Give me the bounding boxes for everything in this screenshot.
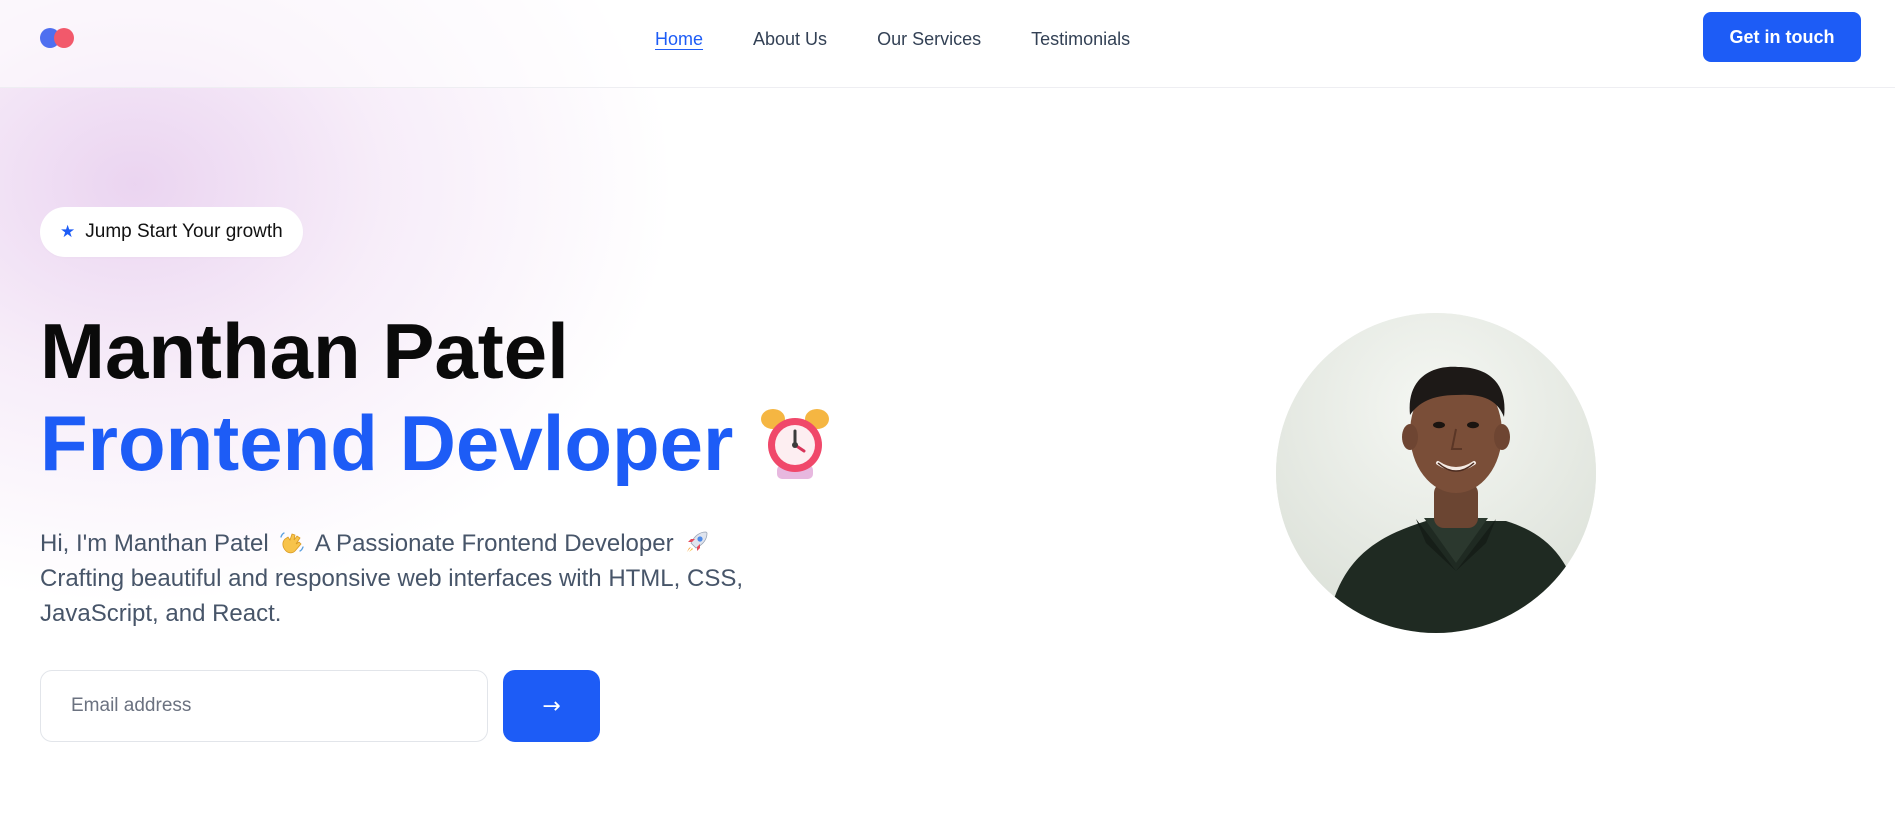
- description-line-2: Crafting beautiful and responsive web in…: [40, 565, 743, 592]
- hero-name: Manthan Patel: [40, 307, 569, 395]
- nav-home[interactable]: Home: [655, 28, 703, 50]
- description-tagline: A Passionate Frontend Developer: [314, 530, 674, 557]
- waving-hand-icon: [279, 529, 305, 555]
- rocket-icon: [684, 529, 710, 555]
- description-line-3: JavaScript, and React.: [40, 600, 282, 627]
- page: Home About Us Our Services Testimonials …: [0, 0, 1895, 832]
- submit-arrow-button[interactable]: →: [503, 670, 600, 742]
- hero-description: Hi, I'm Manthan Patel A Passionate Front…: [40, 526, 800, 631]
- nav-about-us[interactable]: About Us: [753, 28, 827, 50]
- hero-role-heading: Frontend Devloper: [40, 398, 831, 488]
- get-in-touch-button[interactable]: Get in touch: [1703, 12, 1861, 62]
- nav-our-services[interactable]: Our Services: [877, 28, 981, 50]
- alarm-clock-icon: [759, 401, 831, 481]
- badge-text: Jump Start Your growth: [85, 221, 283, 242]
- growth-badge: ★ Jump Start Your growth: [40, 207, 303, 257]
- star-icon: ★: [60, 221, 76, 242]
- site-header: Home About Us Our Services Testimonials …: [0, 0, 1895, 88]
- main-nav: Home About Us Our Services Testimonials: [655, 28, 1130, 50]
- profile-photo: [1276, 313, 1596, 633]
- email-input[interactable]: [40, 670, 488, 742]
- logo-red-dot: [54, 28, 74, 48]
- nav-testimonials[interactable]: Testimonials: [1031, 28, 1130, 50]
- description-line-1: Hi, I'm Manthan Patel A Passionate Front…: [40, 526, 800, 561]
- logo-icon[interactable]: [40, 28, 76, 48]
- hero-role: Frontend Devloper: [40, 399, 734, 487]
- description-intro: Hi, I'm Manthan Patel: [40, 530, 269, 557]
